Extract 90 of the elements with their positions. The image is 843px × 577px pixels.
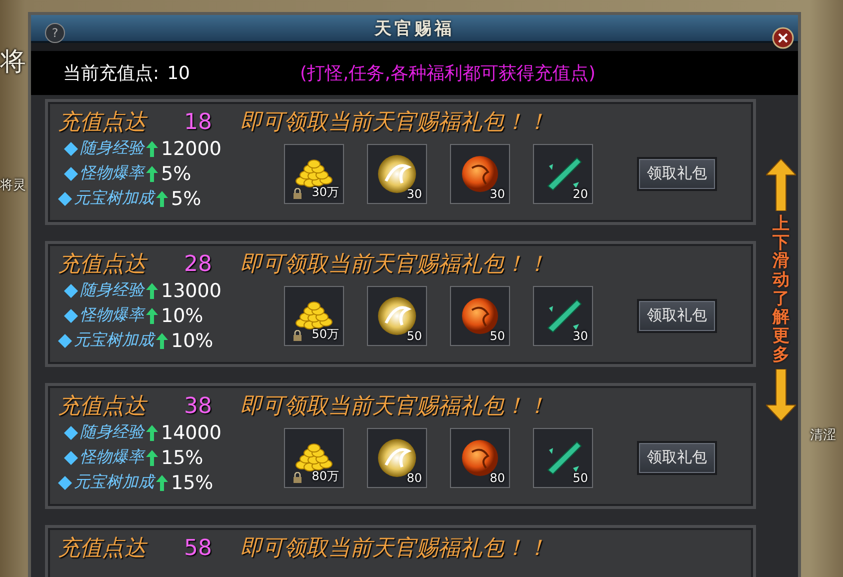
diamond-icon xyxy=(64,308,78,322)
tier-label: 充值点达 xyxy=(58,535,146,563)
item-count: 50 xyxy=(572,470,588,484)
up-arrow-icon xyxy=(156,474,168,490)
item-count: 30 xyxy=(490,186,505,200)
scene-label: 清涩 xyxy=(810,427,836,444)
stat-value: 10% xyxy=(171,330,214,352)
points-label: 当前充值点: xyxy=(63,62,160,85)
item-count: 80 xyxy=(490,470,505,484)
reward-slot[interactable]: 50 xyxy=(533,428,593,488)
stat-value: 12000 xyxy=(161,138,222,160)
diamond-icon xyxy=(58,334,72,348)
claim-button[interactable]: 领取礼包 xyxy=(637,440,717,474)
stat-name: 怪物爆率 xyxy=(80,163,144,184)
tier-message: 即可领取当前天官赐福礼包！！ xyxy=(240,251,548,279)
tier-points: 28 xyxy=(184,252,212,276)
scroll-hint: 上下滑动了解更多 xyxy=(772,215,790,364)
window-title: 天官赐福 xyxy=(374,18,454,40)
item-count: 50 xyxy=(490,328,505,342)
reward-slot[interactable]: 50万 xyxy=(284,286,344,346)
reward-slot[interactable]: 30 xyxy=(367,144,427,204)
reward-slot[interactable]: 80 xyxy=(367,428,427,488)
diamond-icon xyxy=(64,426,78,440)
stat-value: 15% xyxy=(171,472,214,494)
coin-pile-icon xyxy=(294,158,334,188)
up-arrow-icon xyxy=(156,332,168,348)
diamond-icon xyxy=(64,142,78,156)
stat-name: 元宝树加成 xyxy=(74,188,154,209)
up-arrow-icon xyxy=(146,450,158,466)
reward-slot[interactable]: 30万 xyxy=(284,144,344,204)
tier-points: 58 xyxy=(184,536,212,560)
diamond-icon xyxy=(64,450,78,464)
stat-name: 随身经验 xyxy=(80,422,144,443)
item-count: 80 xyxy=(406,470,422,484)
up-arrow-icon xyxy=(156,190,168,206)
coin-pile-icon xyxy=(294,442,334,472)
diamond-icon xyxy=(58,192,72,206)
coin-pile-icon xyxy=(294,300,334,330)
stat-value: 13000 xyxy=(161,280,222,302)
item-count: 80万 xyxy=(312,468,339,484)
stat-name: 元宝树加成 xyxy=(74,472,154,493)
tier-points: 18 xyxy=(184,110,212,134)
item-count: 30 xyxy=(406,186,422,200)
hint-text: (打怪,任务,各种福利都可获得充值点) xyxy=(300,62,596,85)
stat-value: 5% xyxy=(171,188,202,210)
double-arrow-icon xyxy=(766,159,796,211)
reward-slot[interactable]: 30 xyxy=(533,286,593,346)
close-icon[interactable] xyxy=(772,27,794,49)
diamond-icon xyxy=(58,476,72,490)
stat-name: 怪物爆率 xyxy=(80,305,144,326)
tier-message: 即可领取当前天官赐福礼包！！ xyxy=(240,109,548,137)
stat-name: 怪物爆率 xyxy=(80,447,144,468)
help-icon[interactable]: ? xyxy=(45,23,65,43)
reward-slot[interactable]: 30 xyxy=(450,144,510,204)
scene-label: 将 xyxy=(0,46,26,79)
item-count: 30万 xyxy=(312,184,339,200)
stat-value: 10% xyxy=(161,304,204,326)
up-arrow-icon xyxy=(146,166,158,182)
item-count: 20 xyxy=(572,186,588,200)
stat-name: 随身经验 xyxy=(80,138,144,159)
reward-slot[interactable]: 50 xyxy=(367,286,427,346)
double-arrow-icon xyxy=(766,368,796,420)
reward-slot[interactable]: 80万 xyxy=(284,428,344,488)
item-count: 30 xyxy=(572,328,588,342)
item-count: 50 xyxy=(406,328,422,342)
diamond-icon xyxy=(64,284,78,298)
tier-label: 充值点达 xyxy=(58,393,146,421)
claim-button[interactable]: 领取礼包 xyxy=(637,156,717,190)
up-arrow-icon xyxy=(146,424,158,440)
item-count: 50万 xyxy=(312,326,339,342)
tier-points: 38 xyxy=(184,394,212,418)
tier-label: 充值点达 xyxy=(58,109,146,137)
up-arrow-icon xyxy=(146,140,158,156)
points-value: 10 xyxy=(167,62,190,84)
stat-name: 随身经验 xyxy=(80,280,144,301)
reward-slot[interactable]: 80 xyxy=(450,428,510,488)
stat-name: 元宝树加成 xyxy=(74,330,154,351)
tier-message: 即可领取当前天官赐福礼包！！ xyxy=(240,535,548,563)
diamond-icon xyxy=(64,166,78,180)
reward-slot[interactable]: 50 xyxy=(450,286,510,346)
stat-value: 14000 xyxy=(161,422,222,444)
tier-label: 充值点达 xyxy=(58,251,146,279)
scene-label: 将灵 xyxy=(0,177,26,194)
stat-value: 15% xyxy=(161,446,204,468)
claim-button[interactable]: 领取礼包 xyxy=(637,298,717,332)
tier-message: 即可领取当前天官赐福礼包！！ xyxy=(240,393,548,421)
reward-slot[interactable]: 20 xyxy=(533,144,593,204)
up-arrow-icon xyxy=(146,308,158,324)
stat-value: 5% xyxy=(161,162,192,184)
up-arrow-icon xyxy=(146,282,158,298)
